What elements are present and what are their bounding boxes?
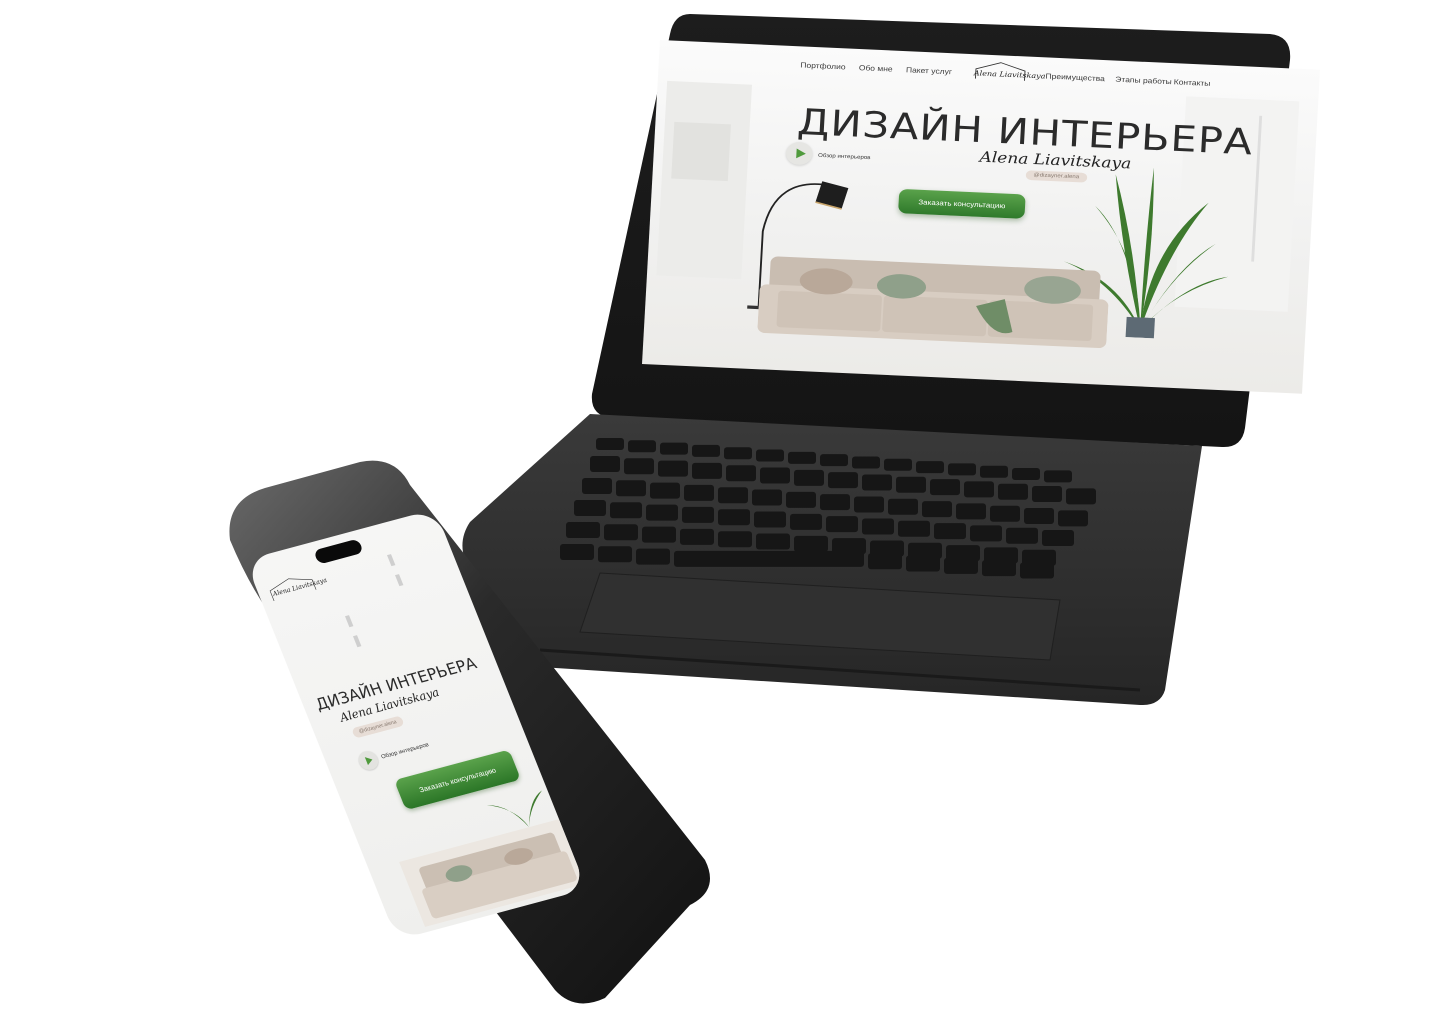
keyboard-key [998, 483, 1028, 500]
keyboard-key [718, 487, 748, 504]
keyboard-key [790, 513, 822, 530]
keyboard-key [1012, 468, 1040, 481]
nav-packages[interactable]: Пакет услуг [906, 66, 952, 76]
keyboard-key [884, 458, 912, 471]
keyboard-key [680, 528, 714, 545]
site-logo[interactable]: Alena Liavitskaya [970, 59, 1046, 86]
keyboard-key [684, 484, 714, 501]
keyboard-key [898, 520, 930, 537]
keyboard-key [922, 501, 952, 518]
keyboard-key [1044, 470, 1072, 483]
keyboard-key [980, 465, 1008, 478]
keyboard-key [636, 548, 670, 565]
nav-contacts[interactable]: Контакты [1174, 78, 1211, 88]
menu-dash [353, 635, 362, 648]
keyboard-key [956, 503, 986, 520]
dynamic-island [313, 538, 364, 565]
keyboard-key [754, 511, 786, 528]
keyboard-key [1066, 488, 1096, 505]
menu-dash [345, 615, 354, 628]
keyboard-key [1020, 562, 1054, 579]
menu-dash [395, 574, 404, 587]
keyboard-key [1032, 486, 1062, 503]
keyboard-key [724, 447, 752, 460]
phone-logo[interactable]: Alena Liavitskaya [265, 571, 328, 603]
nav-portfolio[interactable]: Портфолио [800, 61, 846, 71]
device-mockup-scene: Портфолио Обо мне Пакет услуг Alena Liav… [0, 0, 1439, 1025]
keyboard-key [660, 442, 688, 455]
keyboard-key [826, 516, 858, 533]
keyboard-key [646, 504, 678, 521]
menu-dash [387, 554, 396, 567]
keyboard-key [934, 523, 966, 540]
keyboard-key [896, 476, 926, 493]
keyboard-key [820, 454, 848, 467]
keyboard-key [862, 518, 894, 535]
keyboard-key [682, 506, 714, 523]
keyboard-key [862, 474, 892, 491]
keyboard-key [786, 491, 816, 508]
keyboard-key [658, 460, 688, 477]
keyboard-key [906, 555, 940, 572]
keyboard-key [616, 480, 646, 497]
keyboard-key [624, 458, 654, 475]
keyboard-key [752, 489, 782, 506]
keyboard-key [610, 502, 642, 519]
keyboard-key [574, 500, 606, 516]
keyboard-key [916, 461, 944, 474]
keyboard-key [982, 560, 1016, 577]
keyboard-key [718, 531, 752, 548]
phone-video-label: Обзор интерьеров [380, 741, 430, 761]
keyboard-key [930, 479, 960, 496]
keyboard-key [692, 444, 720, 457]
keyboard-key [854, 496, 884, 513]
keyboard-key [944, 557, 978, 574]
keyboard-key [560, 544, 594, 560]
keyboard-key [970, 525, 1002, 542]
keyboard-key [794, 469, 824, 486]
keyboard-key [1006, 527, 1038, 544]
keyboard-key [718, 509, 750, 526]
keyboard-key [756, 449, 784, 462]
keyboard-key [760, 467, 790, 484]
play-icon[interactable] [355, 749, 381, 772]
keyboard-key [828, 472, 858, 489]
keyboard-key [868, 553, 902, 570]
nav-about[interactable]: Обо мне [859, 64, 893, 74]
keyboard-key [596, 438, 624, 450]
keyboard-key [642, 526, 676, 543]
keyboard-key [820, 494, 850, 511]
keyboard-key [948, 463, 976, 476]
keyboard-key [692, 462, 722, 479]
keyboard-key [964, 481, 994, 498]
keyboard-key [582, 478, 612, 494]
keyboard-key [674, 550, 864, 567]
keyboard-key [788, 451, 816, 464]
keyboard-key [590, 456, 620, 472]
keyboard-key [1058, 510, 1088, 527]
keyboard-key [1024, 508, 1054, 525]
keyboard-key [726, 465, 756, 482]
keyboard-key [990, 505, 1020, 522]
keyboard-key [650, 482, 680, 499]
keyboard-key [628, 440, 656, 453]
keyboard-key [794, 535, 828, 552]
keyboard-key [852, 456, 880, 469]
laptop-screen: Портфолио Обо мне Пакет услуг Alena Liav… [642, 40, 1320, 394]
nav-advantages[interactable]: Преимущества [1045, 72, 1105, 83]
keyboard-key [888, 498, 918, 515]
keyboard-key [756, 533, 790, 550]
keyboard-key [598, 546, 632, 563]
nav-stages[interactable]: Этапы работы [1115, 75, 1172, 86]
keyboard-key [566, 522, 600, 538]
sofa-image [757, 256, 1109, 349]
keyboard-key [1042, 530, 1074, 547]
keyboard-key [604, 524, 638, 541]
